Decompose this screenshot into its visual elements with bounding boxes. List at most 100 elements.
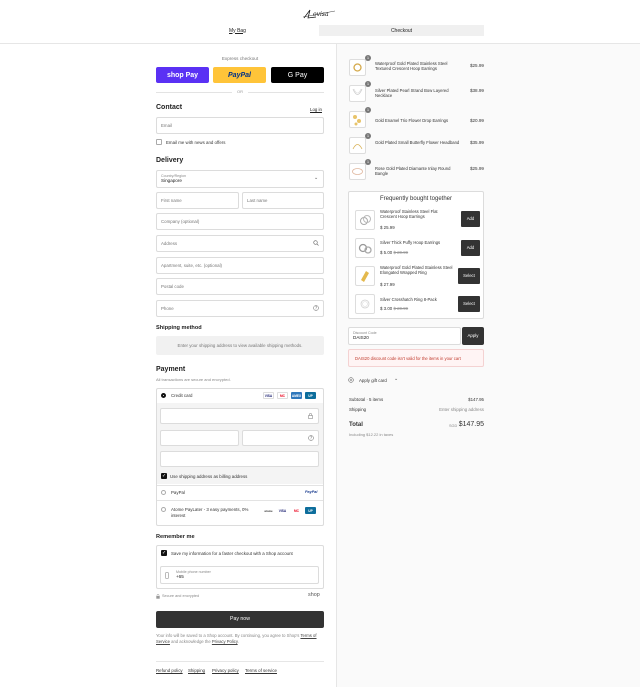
shipping-link[interactable]: Shipping — [188, 668, 205, 673]
quantity-badge: 1 — [365, 107, 371, 113]
fbt-item-price-group: $ 3.00 $ 20.99 — [380, 306, 408, 311]
search-icon — [313, 240, 319, 246]
fbt-item-name: Waterproof Gold Plated Stainless Steel E… — [380, 265, 453, 276]
site-header: ovisa My Bag Checkout — [0, 0, 640, 44]
company-field[interactable]: Company (optional) — [156, 213, 324, 230]
paypal-button[interactable]: PayPal — [213, 67, 266, 83]
product-thumbnail — [349, 163, 366, 180]
privacy-policy-link[interactable]: Privacy policy — [212, 668, 239, 673]
news-checkbox[interactable] — [156, 139, 162, 145]
credit-card-radio[interactable] — [161, 393, 166, 398]
select-button[interactable]: Select — [458, 296, 480, 312]
express-checkout-title: Express checkout — [221, 56, 259, 61]
total-label: Total — [349, 422, 363, 428]
divider — [156, 661, 324, 662]
privacy-link[interactable]: Privacy Policy — [212, 639, 238, 644]
tax-note: Including $12.22 in taxes — [349, 432, 394, 437]
product-thumbnail — [349, 85, 366, 102]
add-button[interactable]: Add — [461, 211, 480, 227]
terms-of-service-link[interactable]: Terms of service — [245, 668, 277, 673]
svg-text:?: ? — [310, 436, 312, 441]
billing-checkbox[interactable]: ✓ — [161, 473, 167, 479]
visa-icon: VISA — [263, 392, 274, 399]
amex-icon: AMEX — [291, 392, 302, 399]
step-checkout[interactable]: Checkout — [319, 25, 484, 36]
lock-icon — [308, 413, 313, 419]
quantity-badge: 1 — [365, 133, 371, 139]
add-button[interactable]: Add — [461, 240, 480, 256]
billing-label: Use shipping address as billing address — [170, 474, 248, 479]
select-button[interactable]: Select — [458, 268, 480, 284]
login-link[interactable]: Log in — [310, 107, 322, 112]
chevron-down-icon[interactable]: ⌄ — [394, 376, 398, 382]
last-name-field[interactable]: Last name — [242, 192, 324, 209]
refund-policy-link[interactable]: Refund policy — [156, 668, 183, 673]
paypal-logo: PayPal — [305, 490, 318, 494]
help-icon[interactable]: ? — [313, 305, 319, 311]
email-field[interactable]: Email — [156, 117, 324, 134]
fbt-item-old-price: $ 20.99 — [393, 250, 409, 255]
paypal-radio[interactable] — [161, 490, 166, 495]
quantity-badge: 1 — [365, 55, 371, 61]
product-name: Gold Enamel Trio Flower Drop Earrings — [375, 118, 449, 123]
legal-text: Your info will be saved to a Shop accoun… — [156, 633, 324, 645]
unionpay-icon: UP — [305, 507, 316, 514]
atome-radio[interactable] — [161, 507, 166, 512]
expiry-field[interactable] — [160, 430, 239, 446]
address-field[interactable]: Address — [156, 235, 324, 252]
or-separator: OR — [232, 89, 248, 94]
gift-card-icon — [348, 377, 354, 383]
first-name-field[interactable]: First name — [156, 192, 239, 209]
legal-line: Your info will be saved to a Shop accoun… — [156, 633, 300, 638]
product-price: $25.99 — [469, 166, 484, 171]
step-my-bag[interactable]: My Bag — [156, 25, 319, 36]
secure-text: Secure and encrypted — [162, 594, 200, 598]
discount-code-field[interactable]: Discount Code DAIS20 — [348, 327, 461, 345]
svg-text:?: ? — [315, 306, 317, 311]
name-on-card-field[interactable] — [160, 451, 319, 467]
quantity-badge: 1 — [365, 159, 371, 165]
chevron-down-icon: ⌄ — [314, 175, 319, 181]
visa-icon: VISA — [277, 507, 288, 514]
shipping-heading: Shipping method — [156, 325, 202, 331]
apply-gift-card-link[interactable]: Apply gift card — [359, 378, 387, 383]
product-price: $38.99 — [469, 88, 484, 93]
card-number-field[interactable] — [160, 408, 319, 424]
product-name: Gold Plated Small Butterfly Flower Headb… — [375, 140, 460, 145]
subtotal-label: Subtotal · 5 items — [349, 397, 384, 402]
fbt-item-name: Waterproof Stainless Steel Flat Crescent… — [380, 209, 438, 220]
discount-value: DAIS20 — [353, 335, 369, 340]
quantity-badge: 1 — [365, 81, 371, 87]
divider — [157, 500, 323, 501]
fbt-heading: Frequently bought together — [379, 196, 453, 202]
legal-and: and acknowledge the — [169, 639, 212, 644]
shop-pay-button[interactable]: shop Pay — [156, 67, 209, 83]
shipping-value: Enter shipping address — [439, 407, 484, 412]
apply-button[interactable]: Apply — [462, 327, 484, 345]
lock-icon — [156, 594, 160, 599]
help-icon[interactable]: ? — [308, 435, 314, 441]
fbt-item-price-group: $ 5.00 $ 20.99 — [380, 250, 408, 255]
lovisa-logo[interactable]: ovisa — [302, 8, 336, 20]
mastercard-icon: MC — [277, 392, 288, 399]
apartment-field[interactable]: Apartment, suite, etc. (optional) — [156, 257, 324, 274]
total-value: $147.95 — [458, 421, 484, 428]
product-name: Silver Plated Pearl Strand Bow Layered N… — [375, 88, 449, 99]
legal-end: . — [237, 639, 239, 644]
postal-code-field[interactable]: Postal code — [156, 278, 324, 295]
fbt-item-price: $ 5.00 — [380, 250, 393, 255]
phone-icon — [165, 572, 169, 579]
fbt-item-old-price: $ 20.99 — [393, 306, 409, 311]
save-info-checkbox[interactable]: ✓ — [161, 550, 167, 556]
mobile-phone-field[interactable]: Mobile phone number +65 — [160, 566, 319, 584]
google-pay-button[interactable]: G Pay — [271, 67, 324, 83]
fbt-item-price: $ 27.99 — [380, 282, 395, 287]
country-select[interactable]: Country/Region Singapore — [156, 170, 324, 188]
pay-now-button[interactable]: Pay now — [156, 611, 324, 628]
product-price: $35.99 — [469, 140, 484, 145]
product-thumbnail — [349, 59, 366, 76]
product-price: $20.99 — [469, 118, 484, 123]
payment-heading: Payment — [156, 366, 186, 373]
delivery-heading: Delivery — [156, 157, 184, 164]
phone-field[interactable]: Phone — [156, 300, 324, 317]
